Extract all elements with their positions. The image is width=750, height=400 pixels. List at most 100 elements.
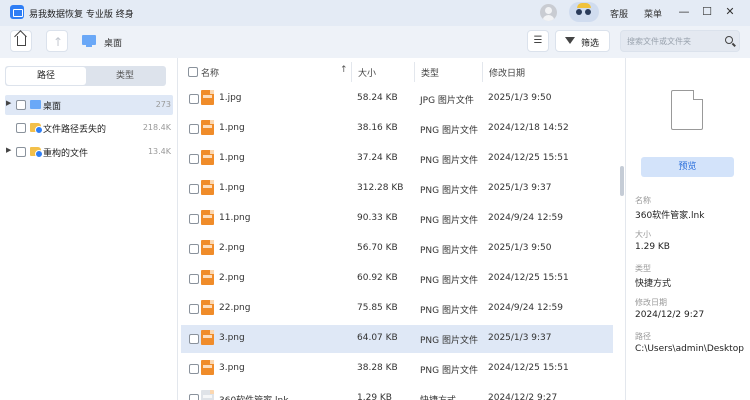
cell-name: 2.png <box>219 273 245 283</box>
detail-size-value: 1.29 KB <box>635 242 670 252</box>
cell-date: 2025/1/3 9:50 <box>488 243 552 253</box>
image-file-icon <box>201 360 214 375</box>
cell-size: 64.07 KB <box>357 333 398 343</box>
sidebar-item-lost-path[interactable]: 文件路径丢失的 218.4K <box>5 118 173 138</box>
cell-size: 1.29 KB <box>357 393 392 400</box>
preview-button[interactable]: 预览 <box>641 157 734 177</box>
column-header-type[interactable]: 类型 <box>421 66 439 79</box>
row-checkbox[interactable] <box>189 94 199 104</box>
cell-date: 2025/1/3 9:50 <box>488 93 552 103</box>
sidebar-item-checkbox[interactable] <box>16 123 26 133</box>
cell-size: 58.24 KB <box>357 93 398 103</box>
minimize-button[interactable]: — <box>677 5 691 19</box>
cell-type: PNG 图片文件 <box>420 276 478 286</box>
cell-name: 2.png <box>219 243 245 253</box>
row-checkbox[interactable] <box>189 334 199 344</box>
sidebar-item-checkbox[interactable] <box>16 147 26 157</box>
sidebar-item-rebuilt-files[interactable]: ▶ 重构的文件 13.4K <box>5 142 173 162</box>
image-file-icon <box>201 120 214 135</box>
sidebar-item-checkbox[interactable] <box>16 100 26 110</box>
row-checkbox[interactable] <box>189 244 199 254</box>
image-file-icon <box>201 180 214 195</box>
search-icon[interactable] <box>725 36 733 44</box>
user-avatar-icon[interactable] <box>540 4 557 21</box>
detail-path-label: 路径 <box>635 332 651 341</box>
sidebar-item-desktop[interactable]: ▶ 桌面 273 <box>5 95 173 115</box>
sort-ascending-icon[interactable]: ↑ <box>340 65 348 75</box>
cell-type: PNG 图片文件 <box>420 336 478 346</box>
table-row[interactable]: 1.jpg 58.24 KB JPG 图片文件 2025/1/3 9:50 <box>181 85 613 113</box>
table-row[interactable]: 3.png 38.28 KB PNG 图片文件 2024/12/25 15:51 <box>181 355 613 383</box>
cell-name: 1.png <box>219 183 245 193</box>
app-logo-icon <box>10 5 24 19</box>
table-row[interactable]: 1.png 38.16 KB PNG 图片文件 2024/12/18 14:52 <box>181 115 613 143</box>
app-title: 易我数据恢复 专业版 终身 <box>29 10 134 20</box>
detail-name-value: 360软件管家.lnk <box>635 211 705 221</box>
column-header-name[interactable]: 名称 <box>201 66 219 79</box>
column-divider[interactable] <box>351 62 352 82</box>
search-box <box>620 30 740 52</box>
home-button[interactable] <box>10 30 32 52</box>
expand-arrow-icon[interactable]: ▶ <box>6 99 11 107</box>
row-checkbox[interactable] <box>189 184 199 194</box>
cell-date: 2024/9/24 12:59 <box>488 303 563 313</box>
row-checkbox[interactable] <box>189 214 199 224</box>
home-icon <box>17 36 26 46</box>
row-checkbox[interactable] <box>189 154 199 164</box>
maximize-button[interactable]: ☐ <box>700 5 714 19</box>
cell-type: PNG 图片文件 <box>420 366 478 376</box>
vertical-scrollbar[interactable] <box>620 166 624 196</box>
search-input[interactable] <box>627 34 719 48</box>
table-row[interactable]: 11.png 90.33 KB PNG 图片文件 2024/9/24 12:59 <box>181 205 613 233</box>
column-divider[interactable] <box>414 62 415 82</box>
arrow-up-icon: ↑ <box>53 35 64 49</box>
row-checkbox[interactable] <box>189 304 199 314</box>
file-list: 名称 ↑ 大小 类型 修改日期 1.jpg 58.24 KB JPG 图片文件 202… <box>177 58 625 400</box>
sidebar-item-label: 文件路径丢失的 <box>43 125 107 135</box>
desktop-icon <box>30 100 41 109</box>
detail-type-value: 快捷方式 <box>635 279 672 289</box>
vip-badge-icon[interactable] <box>569 2 599 22</box>
column-header-size[interactable]: 大小 <box>358 66 376 79</box>
image-file-icon <box>201 240 214 255</box>
cell-name: 22.png <box>219 303 251 313</box>
table-row[interactable]: 2.png 56.70 KB PNG 图片文件 2025/1/3 9:50 <box>181 235 613 263</box>
cell-name: 11.png <box>219 213 251 223</box>
tab-path[interactable]: 路径 <box>6 67 86 85</box>
list-view-button[interactable]: ☰ <box>527 30 549 52</box>
table-row[interactable]: 360软件管家.lnk 1.29 KB 快捷方式 2024/12/2 9:27 <box>181 385 613 400</box>
cell-date: 2024/12/25 15:51 <box>488 153 569 163</box>
row-checkbox[interactable] <box>189 364 199 374</box>
row-checkbox[interactable] <box>189 274 199 284</box>
expand-arrow-icon[interactable]: ▶ <box>6 146 11 154</box>
menu-link[interactable]: 菜单 <box>644 7 662 20</box>
close-button[interactable]: ✕ <box>723 5 737 19</box>
select-all-checkbox[interactable] <box>188 67 198 77</box>
table-row[interactable]: 3.png 64.07 KB PNG 图片文件 2025/1/3 9:37 <box>181 325 613 353</box>
cell-type: PNG 图片文件 <box>420 246 478 256</box>
cell-size: 312.28 KB <box>357 183 404 193</box>
details-panel: 预览 名称 360软件管家.lnk 大小 1.29 KB 类型 快捷方式 修改日… <box>625 58 750 400</box>
row-checkbox[interactable] <box>189 394 199 400</box>
cell-date: 2024/9/24 12:59 <box>488 213 563 223</box>
detail-name-label: 名称 <box>635 196 651 205</box>
sidebar-item-label: 桌面 <box>43 102 62 112</box>
table-row[interactable]: 1.png 37.24 KB PNG 图片文件 2024/12/25 15:51 <box>181 145 613 173</box>
sidebar-tabs: 路径 类型 <box>5 66 166 86</box>
tab-type[interactable]: 类型 <box>85 67 165 85</box>
image-file-icon <box>201 210 214 225</box>
table-row[interactable]: 2.png 60.92 KB PNG 图片文件 2024/12/25 15:51 <box>181 265 613 293</box>
cell-type: PNG 图片文件 <box>420 216 478 226</box>
service-link[interactable]: 客服 <box>610 7 628 20</box>
detail-date-label: 修改日期 <box>635 298 667 307</box>
table-row[interactable]: 1.png 312.28 KB PNG 图片文件 2025/1/3 9:37 <box>181 175 613 203</box>
detail-size-label: 大小 <box>635 230 651 239</box>
row-checkbox[interactable] <box>189 124 199 134</box>
cell-date: 2025/1/3 9:37 <box>488 183 552 193</box>
column-header-date[interactable]: 修改日期 <box>489 66 525 79</box>
filter-button[interactable]: 筛选 <box>555 30 610 52</box>
up-button[interactable]: ↑ <box>46 30 68 52</box>
table-row[interactable]: 22.png 75.85 KB PNG 图片文件 2024/9/24 12:59 <box>181 295 613 323</box>
column-divider[interactable] <box>482 62 483 82</box>
breadcrumb-current[interactable]: 桌面 <box>104 36 122 49</box>
